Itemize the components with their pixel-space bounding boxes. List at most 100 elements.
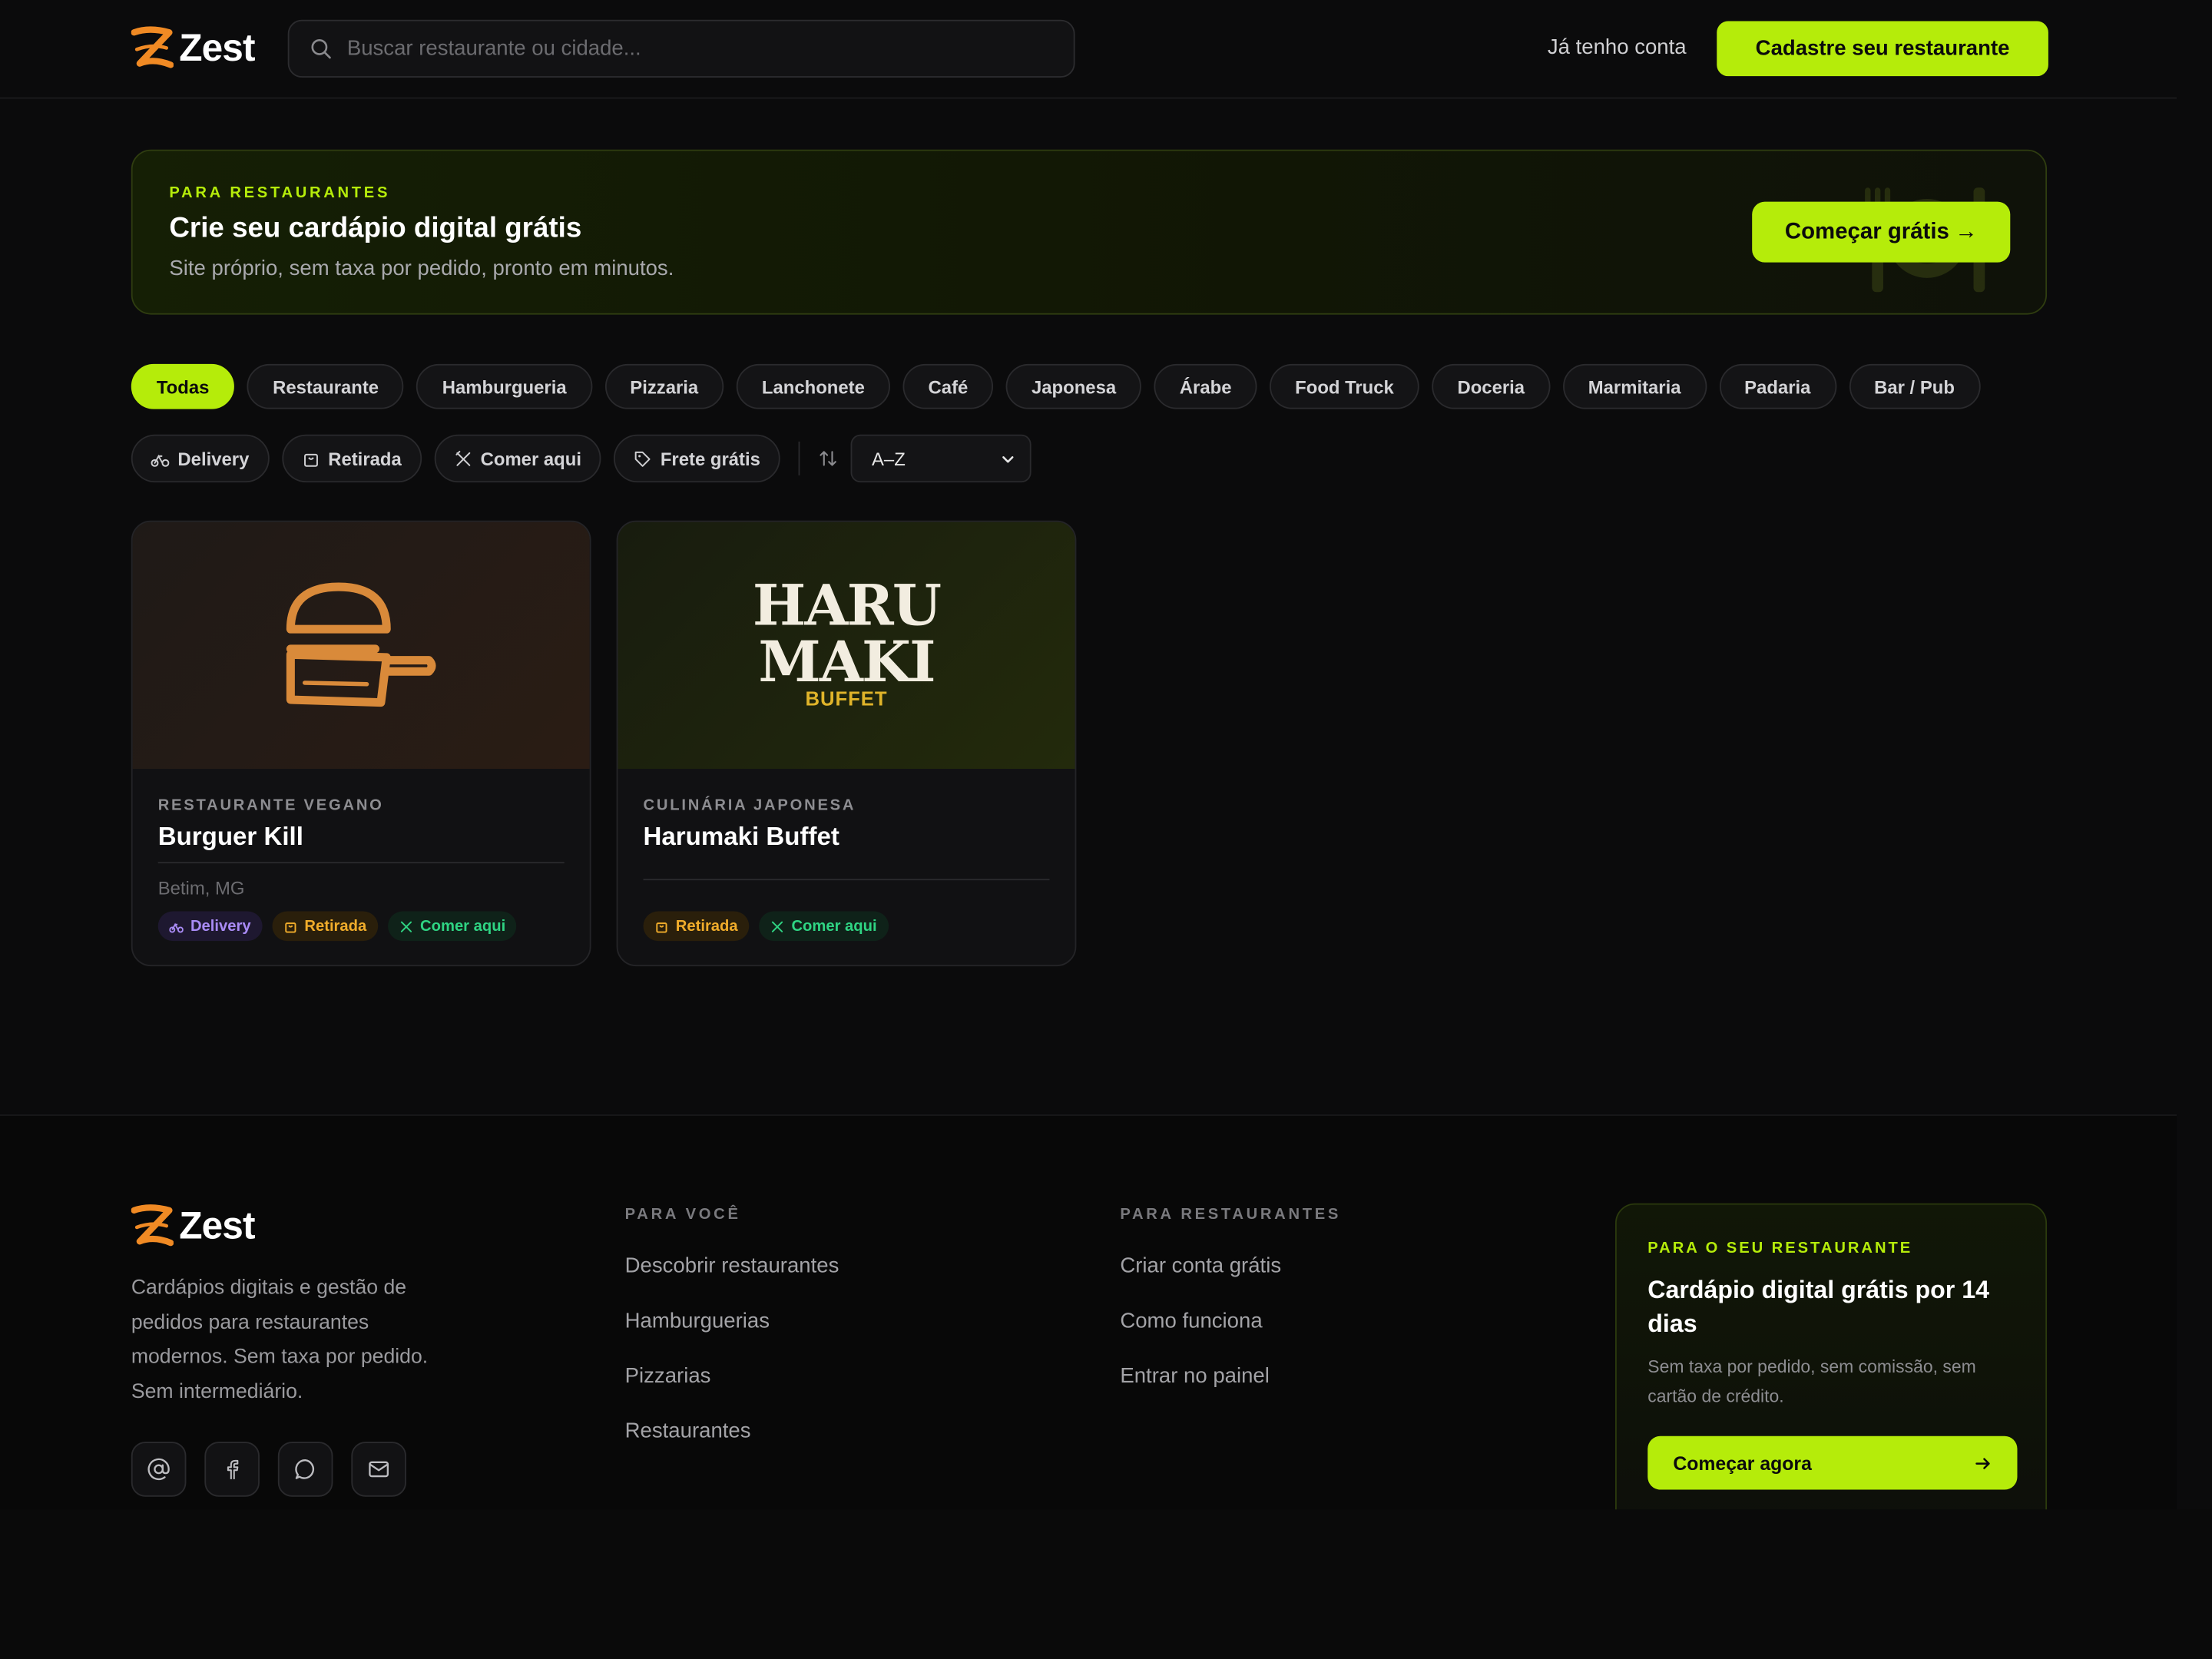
sort-select-value: A–Z	[871, 448, 906, 469]
banner-subtitle: Site próprio, sem taxa por pedido, pront…	[169, 257, 674, 281]
category-chip-restaurante[interactable]: Restaurante	[247, 363, 405, 409]
card-category: CULINÁRIA JAPONESA	[643, 796, 856, 814]
logo-line-2: MAKI	[758, 629, 935, 696]
social-facebook[interactable]	[204, 1442, 260, 1497]
card-hero-image	[132, 522, 590, 770]
category-chip-pizzaria[interactable]: Pizzaria	[604, 363, 724, 409]
at-sign-icon	[147, 1458, 170, 1481]
search-box[interactable]	[287, 19, 1075, 78]
filter-delivery-label: Delivery	[177, 448, 250, 469]
footer-link-list: Descobrir restaurantes Hamburguerias Piz…	[625, 1254, 839, 1475]
bicycle-icon	[169, 922, 184, 932]
chevron-down-icon	[1002, 455, 1014, 462]
filter-delivery[interactable]: Delivery	[131, 434, 270, 483]
promo-banner: PARA RESTAURANTES Crie seu cardápio digi…	[131, 149, 2048, 315]
burger-cleaver-logo-icon	[286, 582, 436, 707]
brand-logo[interactable]: Zest	[131, 25, 255, 71]
footer-link-como-funciona[interactable]: Como funciona	[1120, 1309, 1341, 1364]
facebook-icon	[227, 1459, 239, 1479]
mail-icon	[369, 1461, 389, 1478]
card-tags: Retirada Comer aqui	[643, 911, 889, 942]
cutlery-icon	[400, 920, 412, 932]
login-link[interactable]: Já tenho conta	[1548, 35, 1687, 59]
shopping-bag-icon	[284, 922, 296, 932]
filter-comer-aqui[interactable]: Comer aqui	[434, 434, 601, 483]
filter-frete-gratis[interactable]: Frete grátis	[614, 434, 780, 483]
footer-link-entrar-painel[interactable]: Entrar no painel	[1120, 1364, 1341, 1419]
footer-promo-subtitle: Sem taxa por pedido, sem comissão, sem c…	[1647, 1356, 1976, 1407]
category-chip-lanchonete[interactable]: Lanchonete	[736, 363, 890, 409]
start-free-button[interactable]: Começar grátis →	[1752, 201, 2011, 263]
top-header: Zest Já tenho conta Cadastre seu restaur…	[0, 0, 2177, 99]
start-now-button[interactable]: Começar agora	[1647, 1435, 2018, 1490]
shopping-bag-icon	[656, 922, 667, 932]
tag-comer-aqui-label: Comer aqui	[791, 917, 877, 935]
category-chip-cafe[interactable]: Café	[902, 363, 994, 409]
category-chip-arabe[interactable]: Árabe	[1154, 363, 1257, 409]
footer-link-pizzarias[interactable]: Pizzarias	[625, 1364, 839, 1419]
social-links	[131, 1442, 406, 1497]
cutlery-icon	[455, 449, 470, 465]
footer-link-restaurantes[interactable]: Restaurantes	[625, 1419, 839, 1475]
search-icon	[311, 39, 331, 59]
tag-icon	[634, 450, 651, 466]
footer-link-criar-conta[interactable]: Criar conta grátis	[1120, 1254, 1341, 1310]
footer-column-para-voce: PARA VOCÊ Descobrir restaurantes Hamburg…	[625, 1206, 839, 1474]
footer-promo-title: Cardápio digital grátis por 14 dias	[1647, 1275, 1990, 1338]
app-root: Zest Já tenho conta Cadastre seu restaur…	[0, 0, 2212, 1659]
zest-logo-icon	[131, 26, 174, 68]
category-chip-marmitaria[interactable]: Marmitaria	[1562, 363, 1707, 409]
category-chip-doceria[interactable]: Doceria	[1432, 363, 1551, 409]
tag-comer-aqui: Comer aqui	[387, 911, 517, 942]
card-title: Harumaki Buffet	[643, 822, 839, 851]
category-filter-bar: Todas Restaurante Hamburgueria Pizzaria …	[131, 363, 1981, 409]
start-now-label: Começar agora	[1673, 1452, 1812, 1474]
search-input[interactable]	[346, 36, 1025, 61]
banner-title: Crie seu cardápio digital grátis	[169, 213, 582, 244]
tag-delivery: Delivery	[157, 911, 263, 942]
restaurant-card[interactable]: HARU MAKI BUFFET CULINÁRIA JAPONESA Haru…	[616, 520, 1077, 967]
category-chip-japonesa[interactable]: Japonesa	[1005, 363, 1142, 409]
register-restaurant-button[interactable]: Cadastre seu restaurante	[1717, 21, 2048, 77]
social-instagram[interactable]	[131, 1442, 187, 1497]
footer-column-title: PARA RESTAURANTES	[1120, 1206, 1342, 1224]
sort-select[interactable]: A–Z	[850, 434, 1031, 483]
shopping-bag-icon	[303, 452, 318, 466]
filter-retirada[interactable]: Retirada	[281, 434, 422, 483]
bicycle-icon	[151, 453, 170, 466]
footer-link-hamburguerias[interactable]: Hamburguerias	[625, 1309, 839, 1364]
card-divider	[157, 862, 565, 864]
zest-logo-icon	[131, 1204, 174, 1247]
footer-promo-card: PARA O SEU RESTAURANTE Cardápio digital …	[1615, 1203, 2048, 1542]
footer-brand-name: Zest	[179, 1204, 255, 1247]
category-chip-todas[interactable]: Todas	[131, 363, 235, 409]
footer-link-descobrir[interactable]: Descobrir restaurantes	[625, 1254, 839, 1310]
social-whatsapp[interactable]	[277, 1442, 333, 1497]
tag-retirada: Retirada	[643, 911, 750, 942]
banner-kicker: PARA RESTAURANTES	[169, 184, 391, 202]
category-chip-hamburgueria[interactable]: Hamburgueria	[416, 363, 592, 409]
category-chip-bar-pub[interactable]: Bar / Pub	[1849, 363, 1981, 409]
social-email[interactable]	[351, 1442, 406, 1497]
site-footer: Zest Cardápios digitais e gestão de pedi…	[0, 1114, 2177, 1542]
chat-bubble-icon	[295, 1459, 315, 1479]
filter-comer-aqui-label: Comer aqui	[480, 448, 581, 469]
footer-link-list: Criar conta grátis Como funciona Entrar …	[1120, 1254, 1341, 1419]
card-body: CULINÁRIA JAPONESA Harumaki Buffet Retir…	[643, 769, 1050, 965]
service-filter-bar: Delivery Retirada Comer aqui Frete gráti…	[131, 434, 1031, 483]
brand-name: Zest	[179, 25, 255, 69]
tag-comer-aqui-label: Comer aqui	[420, 917, 506, 935]
card-hero-image: HARU MAKI BUFFET	[618, 522, 1075, 770]
card-category: RESTAURANTE VEGANO	[157, 796, 384, 814]
restaurant-card[interactable]: RESTAURANTE VEGANO Burguer Kill Betim, M…	[131, 520, 591, 967]
logo-line-3: BUFFET	[805, 687, 888, 710]
tag-retirada-label: Retirada	[675, 917, 738, 935]
filter-divider	[798, 441, 800, 475]
filter-retirada-label: Retirada	[328, 448, 402, 469]
category-chip-padaria[interactable]: Padaria	[1719, 363, 1836, 409]
footer-brand-logo[interactable]: Zest	[131, 1204, 255, 1249]
arrow-right-icon	[1975, 1457, 1990, 1469]
tag-retirada-label: Retirada	[304, 917, 367, 935]
tag-retirada: Retirada	[272, 911, 378, 942]
category-chip-food-truck[interactable]: Food Truck	[1270, 363, 1419, 409]
